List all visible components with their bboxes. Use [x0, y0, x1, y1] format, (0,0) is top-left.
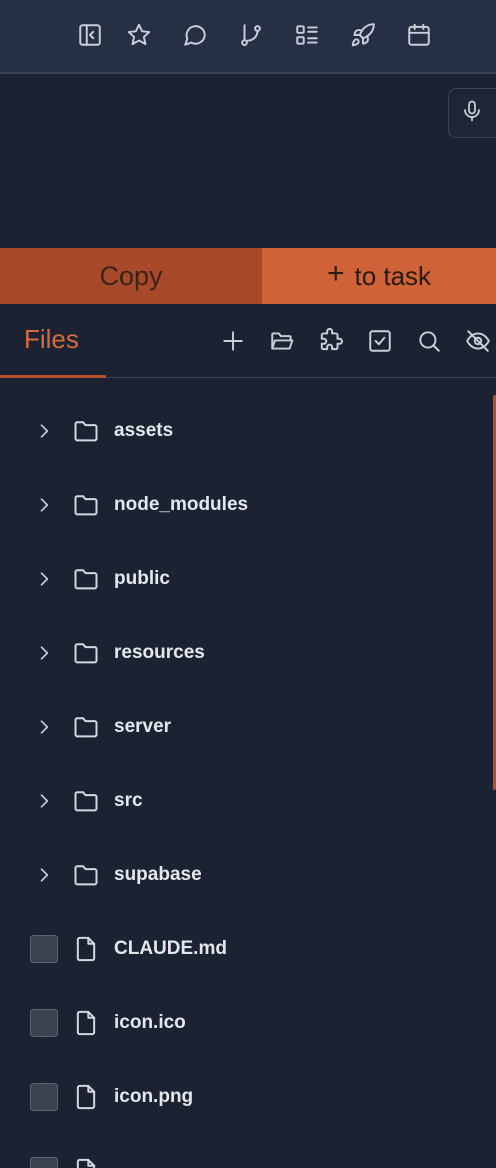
checkbox-icon	[369, 330, 391, 352]
open-folder-button[interactable]	[267, 326, 297, 356]
chevron-right-icon[interactable]	[34, 569, 54, 589]
microphone-icon	[460, 99, 484, 128]
file-checkbox[interactable]	[30, 1083, 58, 1111]
chat-bubble-icon[interactable]	[180, 20, 210, 50]
file-name: icon.png	[114, 1086, 194, 1107]
folder-open-icon	[271, 332, 294, 350]
git-branch-icon[interactable]	[236, 20, 266, 50]
plus-icon: +	[326, 257, 345, 290]
plus-icon	[223, 331, 243, 351]
folder-name: node_modules	[114, 494, 249, 515]
sidebar-collapse-icon[interactable]	[75, 20, 105, 50]
list-checks-icon[interactable]	[292, 20, 322, 50]
folder-icon	[72, 861, 100, 889]
folder-name: assets	[114, 420, 174, 441]
chevron-right-icon[interactable]	[34, 717, 54, 737]
toggle-hidden-button[interactable]	[463, 326, 493, 356]
file-row[interactable]	[0, 1134, 490, 1168]
new-file-button[interactable]	[218, 326, 248, 356]
chevron-right-icon[interactable]	[34, 865, 54, 885]
extensions-button[interactable]	[316, 326, 346, 356]
file-checkbox[interactable]	[30, 1009, 58, 1037]
top-toolbar	[0, 0, 496, 74]
folder-icon	[72, 713, 100, 741]
tab-files[interactable]: Files	[0, 304, 106, 378]
file-name: CLAUDE.md	[114, 938, 227, 959]
folder-icon	[72, 787, 100, 815]
folder-icon	[72, 565, 100, 593]
files-tab-bar: Files	[0, 304, 496, 378]
microphone-button[interactable]	[448, 88, 496, 138]
file-icon	[72, 1157, 100, 1168]
add-to-task-label: to task	[354, 260, 432, 291]
chevron-right-icon[interactable]	[34, 643, 54, 663]
tab-files-label: Files	[24, 324, 79, 354]
chevron-right-icon[interactable]	[34, 791, 54, 811]
folder-row[interactable]: assets	[0, 394, 490, 468]
file-row[interactable]: icon.ico	[0, 986, 490, 1060]
folder-row[interactable]: resources	[0, 616, 490, 690]
file-icon	[72, 935, 100, 963]
file-row[interactable]: CLAUDE.md	[0, 912, 490, 986]
calendar-icon[interactable]	[404, 20, 434, 50]
eye-off-icon	[466, 330, 490, 352]
folder-row[interactable]: node_modules	[0, 468, 490, 542]
folder-name: public	[114, 568, 170, 589]
folder-icon	[72, 639, 100, 667]
file-icon	[72, 1083, 100, 1111]
search-icon	[419, 331, 440, 352]
puzzle-icon	[320, 328, 343, 351]
add-to-task-button[interactable]: + to task	[262, 248, 496, 304]
file-row[interactable]: icon.png	[0, 1060, 490, 1134]
folder-row[interactable]: server	[0, 690, 490, 764]
folder-name: src	[114, 790, 143, 811]
file-checkbox[interactable]	[30, 1157, 58, 1168]
folder-name: server	[114, 716, 172, 737]
file-tree: assets node_modulespublic resources server s…	[0, 379, 496, 1168]
folder-row[interactable]: supabase	[0, 838, 490, 912]
file-name: icon.ico	[114, 1012, 186, 1033]
search-button[interactable]	[414, 326, 444, 356]
chevron-right-icon[interactable]	[34, 495, 54, 515]
file-checkbox[interactable]	[30, 935, 58, 963]
folder-row[interactable]: src	[0, 764, 490, 838]
star-icon[interactable]	[124, 20, 154, 50]
select-button[interactable]	[365, 326, 395, 356]
folder-icon	[72, 491, 100, 519]
copy-button-label: Copy	[99, 260, 163, 291]
folder-icon	[72, 417, 100, 445]
folder-name: resources	[114, 642, 205, 663]
copy-button[interactable]: Copy	[0, 248, 262, 304]
folder-row[interactable]: public	[0, 542, 490, 616]
chevron-right-icon[interactable]	[34, 421, 54, 441]
file-icon	[72, 1009, 100, 1037]
action-row: Copy + to task	[0, 248, 496, 304]
rocket-icon[interactable]	[348, 20, 378, 50]
folder-name: supabase	[114, 864, 202, 885]
